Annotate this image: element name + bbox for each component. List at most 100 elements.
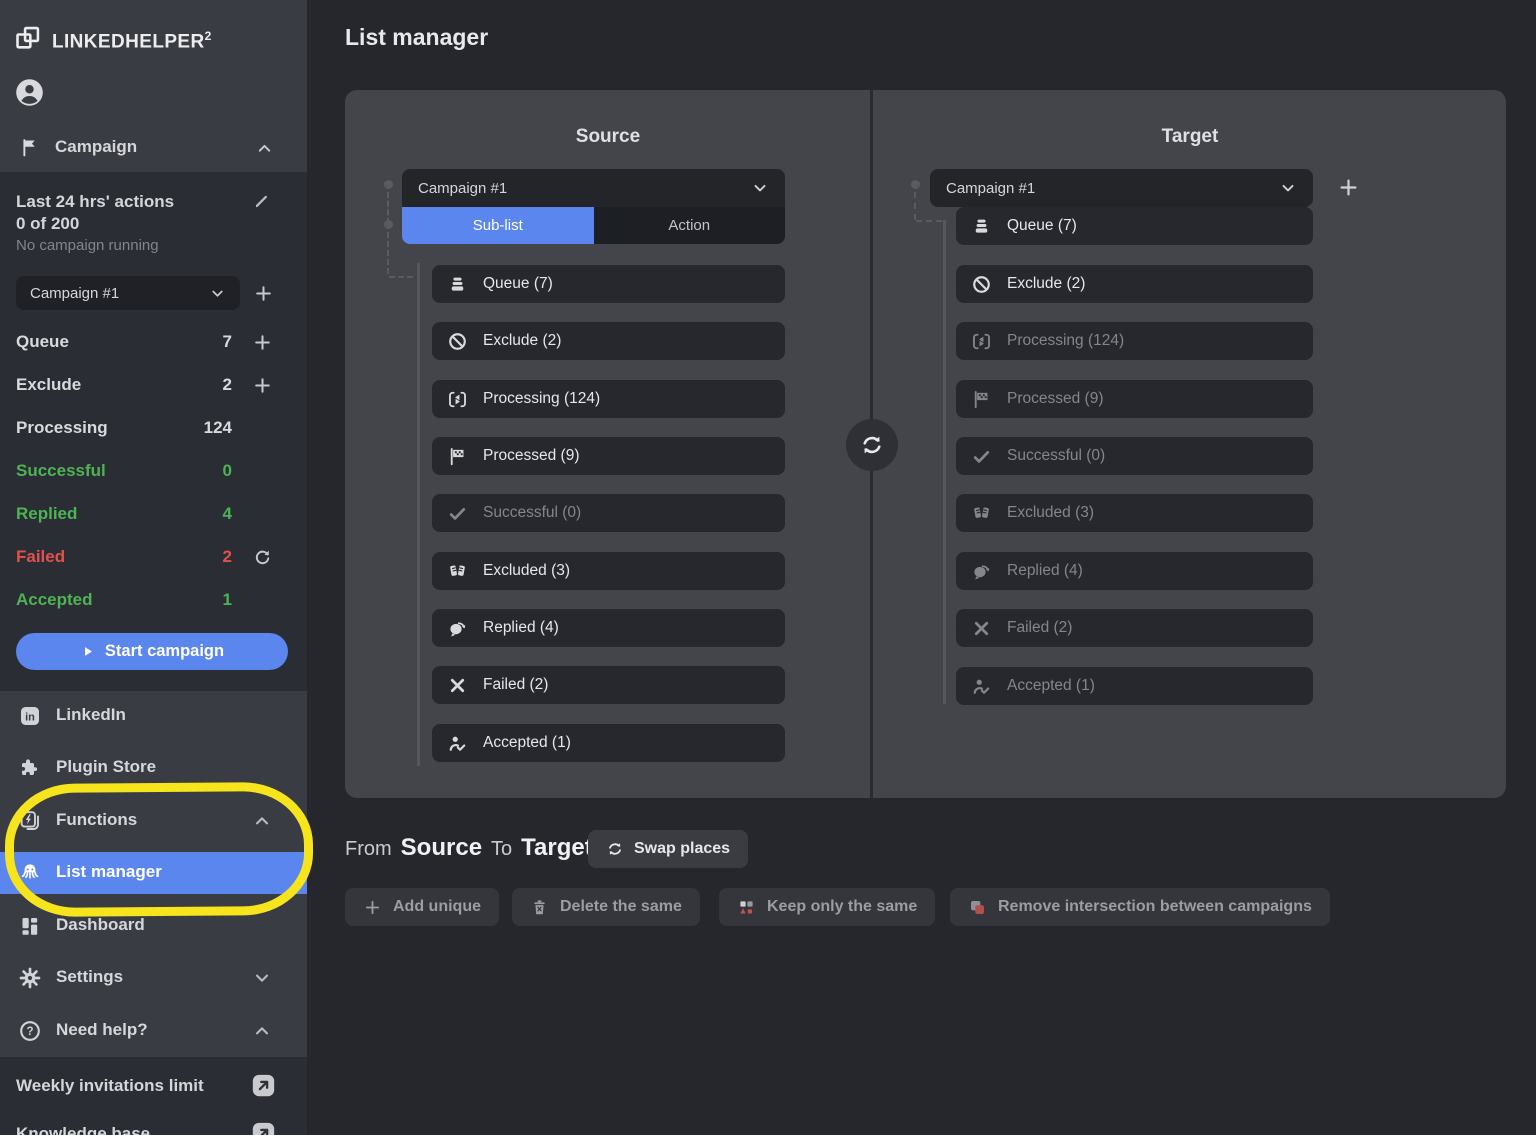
target-title: Target <box>1070 126 1310 148</box>
list-item-queue[interactable]: Queue (7) <box>432 265 785 303</box>
list-item-processing[interactable]: Processing (124) <box>432 380 785 418</box>
list-item-label: Successful (0) <box>483 504 581 522</box>
list-item-accepted[interactable]: Accepted (1) <box>956 667 1313 705</box>
list-item-label: Processed (9) <box>1007 390 1103 408</box>
list-item-label: Processing (124) <box>1007 332 1124 350</box>
stat-row-processing[interactable]: Processing124 <box>0 416 307 442</box>
sidebar-campaign-dropdown[interactable]: Campaign #1 <box>16 276 240 310</box>
source-campaign-dropdown[interactable]: Campaign #1 <box>402 169 785 207</box>
swap-places-button[interactable]: Swap places <box>588 830 748 868</box>
add-unique-button[interactable]: Add unique <box>345 888 499 926</box>
chevron-down-icon[interactable] <box>252 968 272 988</box>
target-campaign-value: Campaign #1 <box>946 180 1279 197</box>
functions-icon <box>18 809 42 833</box>
plus-icon <box>363 898 382 917</box>
failed-icon <box>447 675 468 696</box>
svg-text:in: in <box>25 712 35 724</box>
linkedin-icon: in <box>18 704 42 728</box>
chevron-up-icon[interactable] <box>252 1021 272 1041</box>
add-to-queue-button[interactable] <box>252 332 273 353</box>
swap-icon <box>606 840 624 858</box>
stat-row-queue[interactable]: Queue7 <box>0 330 307 356</box>
add-campaign-button[interactable] <box>253 283 274 304</box>
sidebar-item-linkedin[interactable]: inLinkedIn <box>0 695 307 737</box>
list-item-exclude[interactable]: Exclude (2) <box>432 322 785 360</box>
stat-row-failed[interactable]: Failed2 <box>0 545 307 571</box>
list-item-excluded[interactable]: Excluded (3) <box>956 494 1313 532</box>
list-item-queue[interactable]: Queue (7) <box>956 207 1313 245</box>
processed-icon <box>971 389 992 410</box>
excluded-icon <box>447 561 468 582</box>
accepted-icon <box>971 676 992 697</box>
chevron-up-icon[interactable] <box>255 139 274 158</box>
source-campaign-value: Campaign #1 <box>418 180 751 197</box>
last24-status: No campaign running <box>16 237 159 254</box>
list-item-label: Successful (0) <box>1007 447 1105 465</box>
remove-intersection-between-campaigns-button[interactable]: Remove intersection between campaigns <box>950 888 1330 926</box>
keep-only-the-same-button[interactable]: Keep only the same <box>719 888 935 926</box>
list-item-failed[interactable]: Failed (2) <box>432 666 785 704</box>
chevron-down-icon <box>209 285 226 302</box>
sidebar-item-label: List manager <box>56 862 162 882</box>
tab-action[interactable]: Action <box>594 207 786 244</box>
add-to-exclude-button[interactable] <box>252 375 273 396</box>
processing-icon <box>971 331 992 352</box>
footer-link-weekly-invitations-limit[interactable]: Weekly invitations limit <box>0 1070 307 1104</box>
list-item-exclude[interactable]: Exclude (2) <box>956 265 1313 303</box>
tree-dot <box>911 180 920 189</box>
main-content: List manager Source Campaign #1 Sub-list… <box>307 0 1536 1135</box>
tab-sub-list[interactable]: Sub-list <box>402 207 594 244</box>
sidebar-item-need-help[interactable]: ?Need help? <box>0 1010 307 1052</box>
edit-pencil-icon[interactable] <box>252 192 271 211</box>
sidebar-item-plugin-store[interactable]: Plugin Store <box>0 747 307 789</box>
list-item-excluded[interactable]: Excluded (3) <box>432 552 785 590</box>
list-item-failed[interactable]: Failed (2) <box>956 609 1313 647</box>
list-item-label: Exclude (2) <box>1007 275 1085 293</box>
swap-source-target-button[interactable] <box>846 419 898 471</box>
help-icon: ? <box>18 1019 42 1043</box>
add-target-campaign-button[interactable] <box>1337 176 1360 199</box>
external-link-icon[interactable] <box>250 1120 277 1135</box>
retry-failed-button[interactable] <box>252 547 273 568</box>
sidebar-top-section: LINKEDHELPER2 Campaign <box>0 0 307 172</box>
sidebar-item-label: Functions <box>56 810 137 830</box>
chevron-up-icon[interactable] <box>252 811 272 831</box>
accepted-icon <box>447 733 468 754</box>
action-button-label: Delete the same <box>560 898 682 916</box>
campaign-section-header[interactable]: Campaign <box>0 128 307 168</box>
list-item-processed[interactable]: Processed (9) <box>432 437 785 475</box>
stat-row-exclude[interactable]: Exclude2 <box>0 373 307 399</box>
external-link-icon[interactable] <box>250 1072 277 1099</box>
stat-row-replied[interactable]: Replied4 <box>0 502 307 528</box>
list-item-processed[interactable]: Processed (9) <box>956 380 1313 418</box>
start-campaign-button[interactable]: Start campaign <box>16 633 288 670</box>
page-title: List manager <box>345 24 488 51</box>
list-item-successful[interactable]: Successful (0) <box>956 437 1313 475</box>
delete-the-same-button[interactable]: Delete the same <box>512 888 700 926</box>
sidebar-item-label: Dashboard <box>56 915 145 935</box>
stat-value: 7 <box>223 332 232 352</box>
list-item-label: Queue (7) <box>483 275 553 293</box>
stat-row-successful[interactable]: Successful0 <box>0 459 307 485</box>
list-item-label: Replied (4) <box>1007 562 1083 580</box>
footer-link-knowledge-base[interactable]: Knowledge base <box>0 1118 307 1135</box>
list-item-replied[interactable]: Replied (4) <box>432 609 785 647</box>
sidebar-item-dashboard[interactable]: Dashboard <box>0 905 307 947</box>
queue-icon <box>447 274 468 295</box>
avatar[interactable] <box>15 78 44 107</box>
list-item-label: Excluded (3) <box>483 562 570 580</box>
list-item-successful[interactable]: Successful (0) <box>432 494 785 532</box>
exclude-icon <box>971 274 992 295</box>
stat-row-accepted[interactable]: Accepted1 <box>0 588 307 614</box>
sidebar-item-settings[interactable]: Settings <box>0 957 307 999</box>
list-item-replied[interactable]: Replied (4) <box>956 552 1313 590</box>
tree-line <box>943 220 946 704</box>
target-campaign-dropdown[interactable]: Campaign #1 <box>930 169 1313 207</box>
list-item-accepted[interactable]: Accepted (1) <box>432 724 785 762</box>
campaign-section-label: Campaign <box>55 137 137 157</box>
sidebar-item-list-manager[interactable]: List manager <box>0 852 307 894</box>
list-item-processing[interactable]: Processing (124) <box>956 322 1313 360</box>
sidebar-item-functions[interactable]: Functions <box>0 800 307 842</box>
stat-label: Replied <box>16 504 77 524</box>
stat-value: 2 <box>223 547 232 567</box>
